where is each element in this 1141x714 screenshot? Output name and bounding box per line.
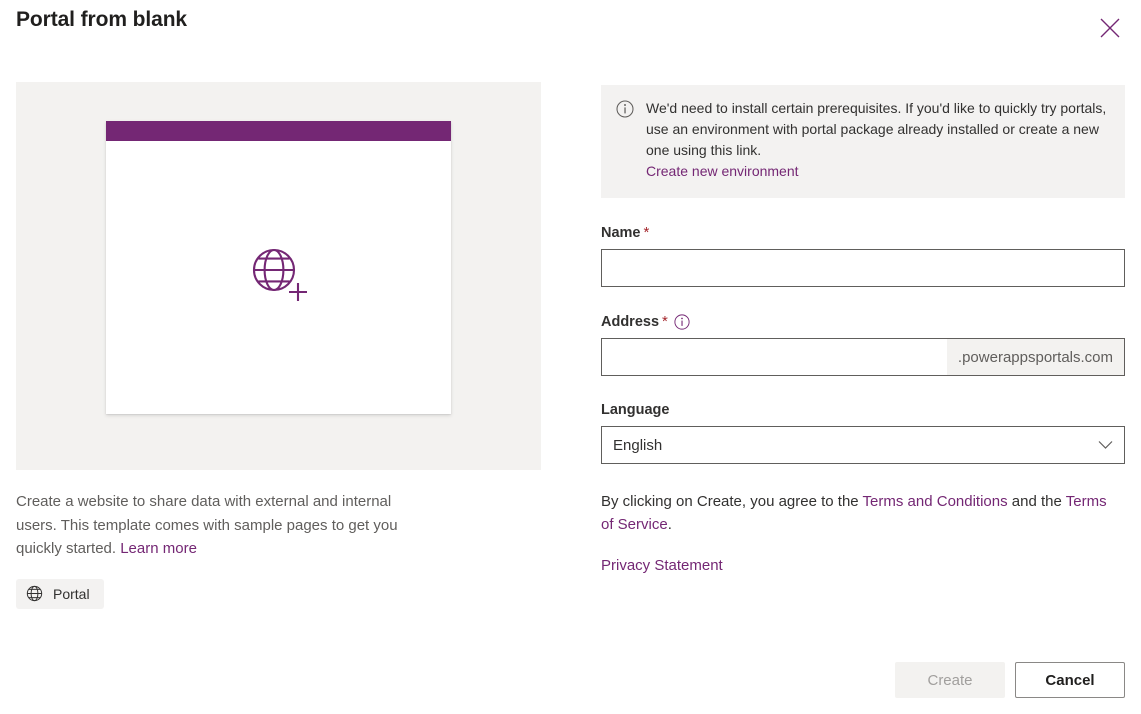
terms-agreement-text: By clicking on Create, you agree to the … [601,490,1111,536]
learn-more-link[interactable]: Learn more [120,540,197,557]
globe-icon [26,585,43,602]
globe-plus-icon [246,242,312,313]
info-circle-icon [616,98,634,123]
close-icon [1100,18,1120,38]
privacy-statement-row: Privacy Statement [601,554,1125,577]
address-input-wrapper: .powerappsportals.com [601,338,1125,376]
create-new-environment-link[interactable]: Create new environment [646,161,799,182]
terms-middle: and the [1007,493,1066,510]
cancel-button[interactable]: Cancel [1015,662,1125,698]
name-required-indicator: * [643,224,650,241]
terms-suffix: . [667,516,672,533]
address-field-label: Address * [601,313,1125,330]
name-label-text: Name [601,224,641,241]
create-button[interactable]: Create [895,662,1005,698]
portal-creation-dialog: Portal from blank Create a website to sh… [0,0,1141,714]
preview-card-header-bar [106,121,451,141]
address-required-indicator: * [662,313,668,330]
terms-prefix: By clicking on Create, you agree to the [601,493,863,510]
preview-card [106,121,451,414]
address-field-group: Address * .powerappsportals.com [601,313,1125,376]
portal-form-pane: We'd need to install certain prerequisit… [601,85,1125,577]
page-title: Portal from blank [16,8,187,31]
preview-surface [16,82,541,470]
name-field-group: Name * [601,224,1125,287]
template-description-text: Create a website to share data with exte… [16,493,398,557]
language-selected-value: English [613,436,663,454]
language-field-label: Language [601,402,1125,418]
chevron-down-icon [1098,440,1113,450]
template-description: Create a website to share data with exte… [16,490,436,561]
prerequisites-banner: We'd need to install certain prerequisit… [601,85,1125,198]
address-domain-suffix: .powerappsportals.com [946,339,1124,375]
template-preview-pane: Create a website to share data with exte… [16,82,541,609]
name-input[interactable] [601,249,1125,287]
preview-card-body [106,141,451,414]
tag-chip-portal: Portal [16,578,104,609]
language-field-group: Language English [601,402,1125,464]
name-field-label: Name * [601,224,1125,241]
tag-chip-label: Portal [53,585,90,602]
close-button[interactable] [1093,11,1127,45]
address-info-icon[interactable] [674,313,690,330]
prerequisites-banner-message: We'd need to install certain prerequisit… [646,100,1107,158]
privacy-statement-link[interactable]: Privacy Statement [601,557,723,574]
terms-and-conditions-link[interactable]: Terms and Conditions [863,493,1008,510]
address-input[interactable] [602,339,947,375]
dialog-footer: Create Cancel [895,662,1125,698]
template-tag-list: Portal [16,578,541,609]
language-label-text: Language [601,402,670,418]
address-label-text: Address [601,313,660,330]
language-select[interactable]: English [601,426,1125,464]
